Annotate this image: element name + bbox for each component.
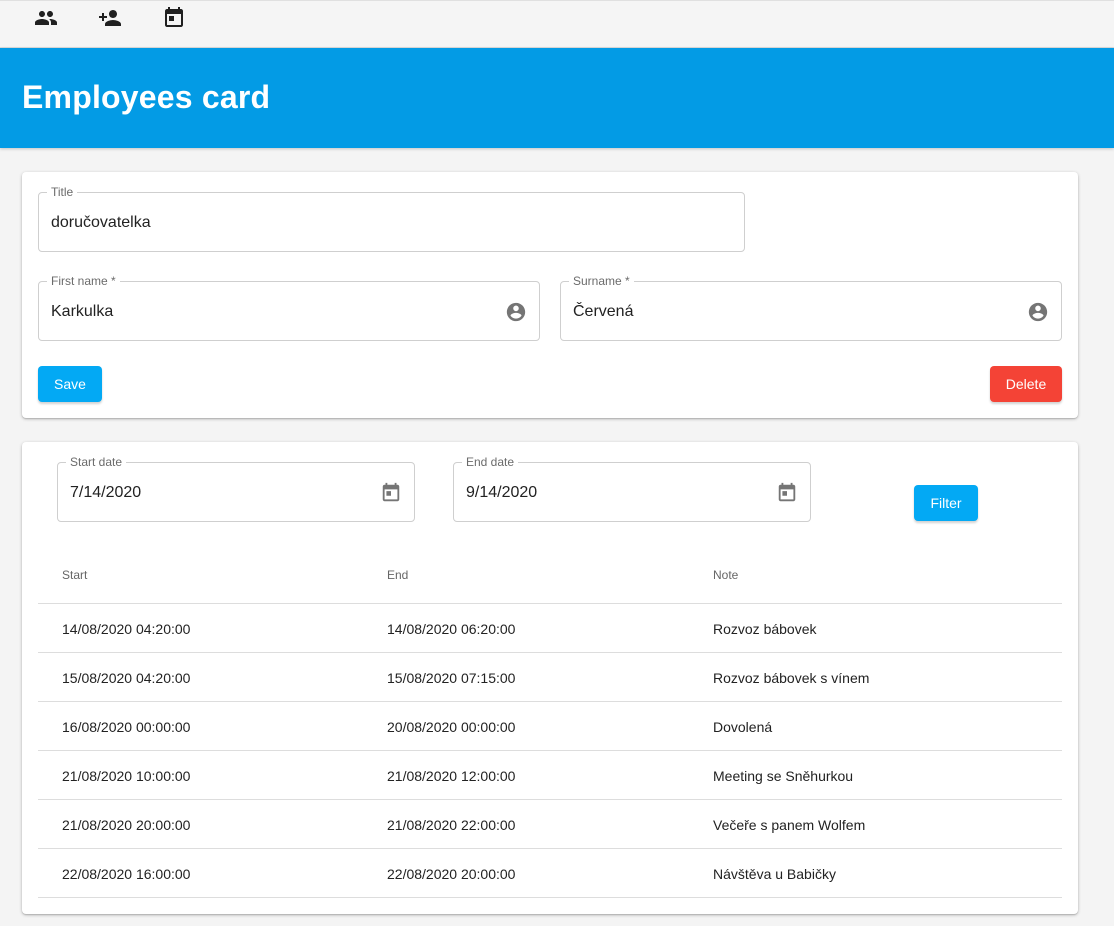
cell-note: Rozvoz bábovek s vínem: [713, 670, 870, 686]
employee-form-card: Title doručovatelka First name * Karkulk…: [22, 172, 1078, 418]
cell-end: 14/08/2020 06:20:00: [387, 621, 516, 637]
account-circle-icon: [1027, 301, 1049, 323]
cell-start: 14/08/2020 04:20:00: [62, 621, 191, 637]
table-header: Start End Note: [38, 554, 1062, 604]
start-date-field[interactable]: Start date 7/14/2020: [57, 454, 415, 522]
start-date-value[interactable]: 7/14/2020: [70, 482, 141, 504]
table-row[interactable]: 21/08/2020 20:00:00 21/08/2020 22:00:00 …: [38, 800, 1062, 849]
table-row[interactable]: 15/08/2020 04:20:00 15/08/2020 07:15:00 …: [38, 653, 1062, 702]
table-row[interactable]: 21/08/2020 10:00:00 21/08/2020 12:00:00 …: [38, 751, 1062, 800]
schedule-card: Start date 7/14/2020 End date 9/14/2020 …: [22, 442, 1078, 914]
cell-start: 22/08/2020 16:00:00: [62, 866, 191, 882]
cell-note: Rozvoz bábovek: [713, 621, 817, 637]
people-icon[interactable]: [33, 6, 59, 30]
cell-start: 16/08/2020 00:00:00: [62, 719, 191, 735]
page-header: Employees card: [0, 48, 1114, 148]
first-name-value[interactable]: Karkulka: [51, 301, 113, 323]
end-date-field[interactable]: End date 9/14/2020: [453, 454, 811, 522]
cell-note: Návštěva u Babičky: [713, 866, 836, 882]
filter-button[interactable]: Filter: [914, 485, 978, 521]
cell-note: Dovolená: [713, 719, 773, 735]
surname-value[interactable]: Červená: [573, 301, 633, 323]
account-circle-icon: [505, 301, 527, 323]
cell-start: 21/08/2020 10:00:00: [62, 768, 191, 784]
person-add-icon[interactable]: [97, 6, 123, 30]
cell-end: 21/08/2020 12:00:00: [387, 768, 516, 784]
surname-field[interactable]: Surname * Červená: [560, 273, 1062, 341]
first-name-label: First name *: [47, 273, 120, 289]
cell-note: Meeting se Sněhurkou: [713, 768, 854, 784]
save-button[interactable]: Save: [38, 366, 102, 402]
first-name-field[interactable]: First name * Karkulka: [38, 273, 540, 341]
calendar-icon[interactable]: [161, 6, 187, 30]
column-header-start[interactable]: Start: [62, 568, 87, 582]
start-date-label: Start date: [66, 454, 127, 470]
column-header-end[interactable]: End: [387, 568, 408, 582]
cell-end: 20/08/2020 00:00:00: [387, 719, 516, 735]
top-navigation: [0, 0, 1114, 48]
calendar-icon[interactable]: [776, 482, 798, 504]
cell-end: 21/08/2020 22:00:00: [387, 817, 516, 833]
column-header-note[interactable]: Note: [713, 568, 738, 582]
title-field[interactable]: Title doručovatelka: [38, 184, 745, 252]
surname-label: Surname *: [569, 273, 634, 289]
table-row[interactable]: 22/08/2020 16:00:00 22/08/2020 20:00:00 …: [38, 849, 1062, 898]
cell-start: 15/08/2020 04:20:00: [62, 670, 191, 686]
table-row[interactable]: 16/08/2020 00:00:00 20/08/2020 00:00:00 …: [38, 702, 1062, 751]
end-date-value[interactable]: 9/14/2020: [466, 482, 537, 504]
end-date-label: End date: [462, 454, 519, 470]
cell-note: Večeře s panem Wolfem: [713, 817, 866, 833]
table-row[interactable]: 14/08/2020 04:20:00 14/08/2020 06:20:00 …: [38, 604, 1062, 653]
title-field-label: Title: [47, 184, 78, 200]
delete-button[interactable]: Delete: [990, 366, 1062, 402]
title-field-value[interactable]: doručovatelka: [51, 212, 151, 234]
calendar-icon[interactable]: [380, 482, 402, 504]
cell-start: 21/08/2020 20:00:00: [62, 817, 191, 833]
cell-end: 22/08/2020 20:00:00: [387, 866, 516, 882]
page-title: Employees card: [22, 79, 271, 115]
cell-end: 15/08/2020 07:15:00: [387, 670, 516, 686]
